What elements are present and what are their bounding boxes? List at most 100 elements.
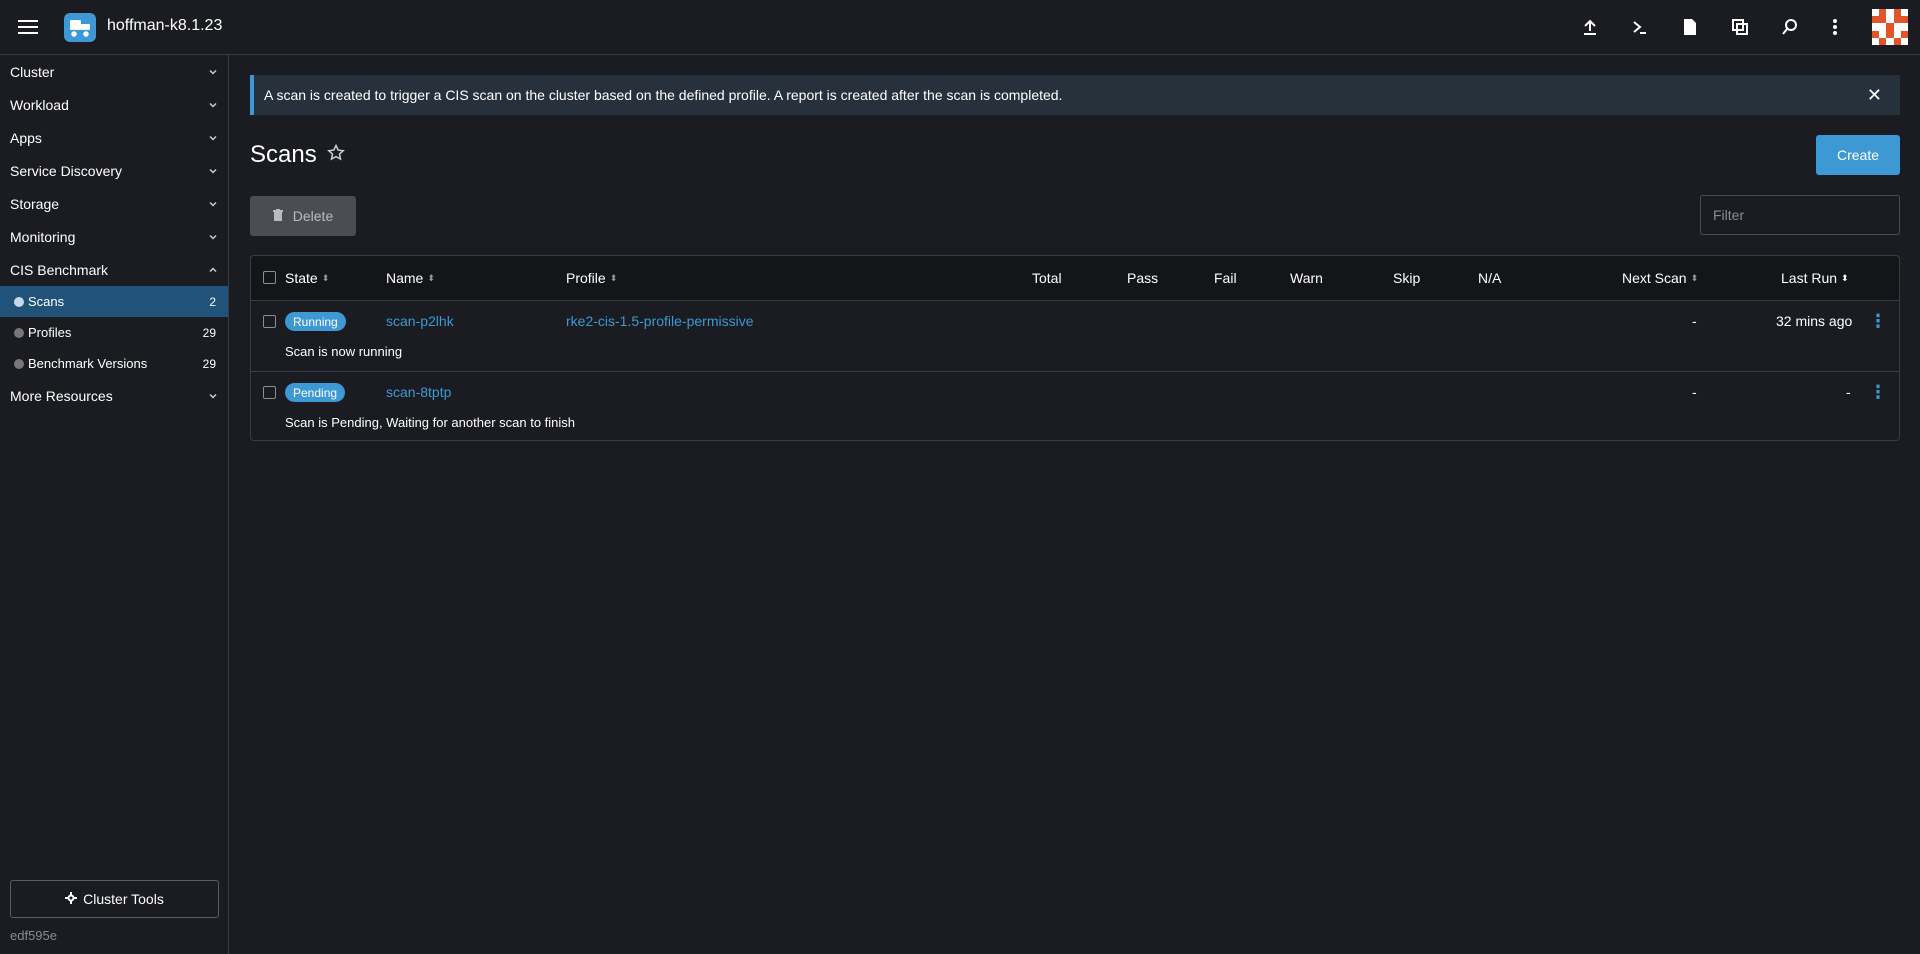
column-label: Profile [566,270,606,286]
cluster-tools-label: Cluster Tools [83,891,164,907]
nav-group-service-discovery[interactable]: Service Discovery [0,154,228,187]
version-label: edf595e [10,928,57,943]
sort-icon: ⬍ [321,272,330,283]
page-title-text: Scans [250,141,317,168]
copy-config-icon[interactable] [1728,15,1752,39]
last-run-value: - [1846,384,1851,400]
sidebar-item-benchmark-versions[interactable]: Benchmark Versions 29 [0,348,228,379]
nav-group-storage[interactable]: Storage [0,187,228,220]
table-header: State ⬍ Name ⬍ Profile ⬍ Total Pass Fail Wa… [251,256,1899,301]
chevron-down-icon [208,199,218,209]
nav-group-label: Monitoring [10,228,76,245]
gear-icon [65,891,78,907]
cluster-logo-icon [64,13,96,42]
chevron-down-icon [208,166,218,176]
column-label: State [285,270,318,286]
sidebar-item-profiles[interactable]: Profiles 29 [0,317,228,348]
nav-group-label: More Resources [10,387,113,404]
last-run-value: 32 mins ago [1776,313,1853,329]
sidebar-item-scans[interactable]: Scans 2 [0,286,228,317]
nav-group-apps[interactable]: Apps [0,121,228,154]
top-header: hoffman-k8.1.23 [0,0,1920,55]
nav-group-label: CIS Benchmark [10,261,109,278]
column-header-na: N/A [1478,270,1502,286]
sidebar: Cluster Workload Apps Service Discovery … [0,55,229,954]
scan-name-link[interactable]: scan-p2lhk [386,313,454,329]
nav-group-more-resources[interactable]: More Resources [0,379,228,412]
user-avatar[interactable] [1872,9,1908,45]
cluster-name: hoffman-k8.1.23 [107,17,223,34]
row-description: Scan is now running [285,344,403,359]
chevron-down-icon [208,100,218,110]
column-header-last-run[interactable]: Last Run ⬍ [1781,270,1849,286]
profile-link[interactable]: rke2-cis-1.5-profile-permissive [566,313,754,329]
column-header-skip: Skip [1393,270,1421,286]
sort-desc-icon: ⬍ [1841,272,1849,283]
sort-icon: ⬍ [427,272,435,283]
item-count: 29 [202,356,216,371]
trash-icon [272,208,283,224]
nav-group-label: Workload [10,96,69,113]
table-row: Running scan-p2lhk rke2-cis-1.5-profile-… [251,301,1899,371]
nav-group-label: Storage [10,195,60,212]
sidebar-item-label: Benchmark Versions [28,356,148,371]
create-button[interactable]: Create [1816,135,1900,175]
more-vert-icon[interactable] [1823,15,1847,39]
column-header-fail: Fail [1214,270,1237,286]
info-banner: A scan is created to trigger a CIS scan … [250,75,1900,115]
chevron-down-icon [208,133,218,143]
nav-group-label: Service Discovery [10,162,123,179]
chevron-down-icon [208,232,218,242]
banner-text: A scan is created to trigger a CIS scan … [264,87,1063,103]
sort-icon: ⬍ [609,272,618,283]
filter-input[interactable] [1700,195,1900,235]
row-actions-icon[interactable]: ⋮ [1869,383,1887,401]
close-icon[interactable]: ✕ [1867,85,1882,105]
select-all-checkbox[interactable] [263,271,276,284]
column-header-state[interactable]: State ⬍ [285,270,329,286]
nav-group-monitoring[interactable]: Monitoring [0,220,228,253]
column-header-warn: Warn [1290,270,1323,286]
nav-group-label: Apps [10,129,42,146]
terminal-icon[interactable] [1628,15,1652,39]
column-label: Name [386,270,424,286]
table-row: Pending scan-8tptp - - ⋮ Scan is Pending… [251,371,1899,441]
chevron-down-icon [208,391,218,401]
delete-button[interactable]: Delete [250,196,356,236]
sort-icon: ⬍ [1690,272,1699,283]
column-header-pass: Pass [1127,270,1159,286]
column-header-next-scan[interactable]: Next Scan ⬍ [1622,270,1698,286]
nav-group-cis-benchmark[interactable]: CIS Benchmark [0,253,228,286]
sidebar-item-label: Profiles [28,325,72,340]
column-header-profile[interactable]: Profile ⬍ [566,270,617,286]
status-badge: Pending [285,383,346,402]
column-header-name[interactable]: Name ⬍ [386,270,435,286]
file-icon[interactable] [1678,15,1702,39]
sidebar-item-label: Scans [28,294,65,309]
nav-group-label: Cluster [10,63,55,80]
star-icon[interactable] [326,143,345,167]
next-scan-value: - [1692,384,1697,400]
nav-group-cluster[interactable]: Cluster [0,55,228,88]
row-checkbox[interactable] [263,386,276,399]
upload-icon[interactable] [1578,15,1602,39]
item-count: 29 [202,325,216,340]
chevron-up-icon [208,265,218,275]
row-actions-icon[interactable]: ⋮ [1869,312,1887,330]
delete-label: Delete [292,208,334,224]
cluster-tools-button[interactable]: Cluster Tools [10,880,219,918]
menu-icon[interactable] [16,16,40,38]
search-icon[interactable] [1778,15,1802,39]
column-header-total: Total [1032,270,1062,286]
row-description: Scan is Pending, Waiting for another sca… [285,415,576,430]
status-dot-icon [14,327,24,338]
nav-group-workload[interactable]: Workload [0,88,228,121]
status-dot-icon [14,358,24,369]
scans-table: State ⬍ Name ⬍ Profile ⬍ Total Pass Fail Wa… [250,255,1900,441]
row-checkbox[interactable] [263,315,276,328]
scan-name-link[interactable]: scan-8tptp [386,384,451,400]
status-badge: Running [285,312,346,331]
next-scan-value: - [1692,313,1697,329]
page-title: Scans [250,141,345,169]
item-count: 2 [209,294,216,309]
